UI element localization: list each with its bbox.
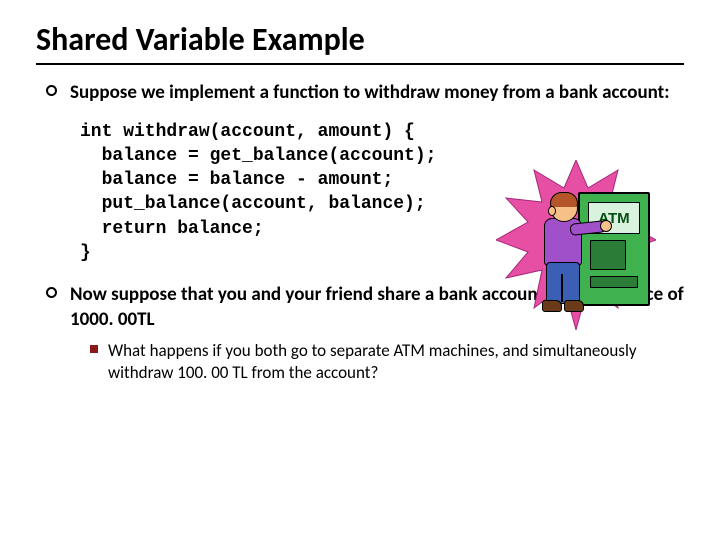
atm-illustration: ATM bbox=[496, 160, 656, 330]
sub-bullet-1-text: What happens if you both go to separate … bbox=[108, 340, 637, 383]
bullet-1: Suppose we implement a function to withd… bbox=[46, 81, 684, 105]
bullet-list: Suppose we implement a function to withd… bbox=[36, 81, 684, 105]
title-underline bbox=[36, 63, 684, 65]
slide: Shared Variable Example Suppose we imple… bbox=[0, 0, 720, 540]
person-icon bbox=[530, 194, 600, 314]
slide-title: Shared Variable Example bbox=[36, 22, 684, 57]
square-bullet-icon bbox=[90, 345, 98, 353]
ring-bullet-icon bbox=[46, 85, 57, 96]
ring-bullet-icon bbox=[46, 287, 57, 298]
sub-bullet-1: What happens if you both go to separate … bbox=[90, 340, 684, 384]
bullet-1-text: Suppose we implement a function to withd… bbox=[70, 81, 670, 104]
sub-bullet-list: What happens if you both go to separate … bbox=[70, 340, 684, 384]
